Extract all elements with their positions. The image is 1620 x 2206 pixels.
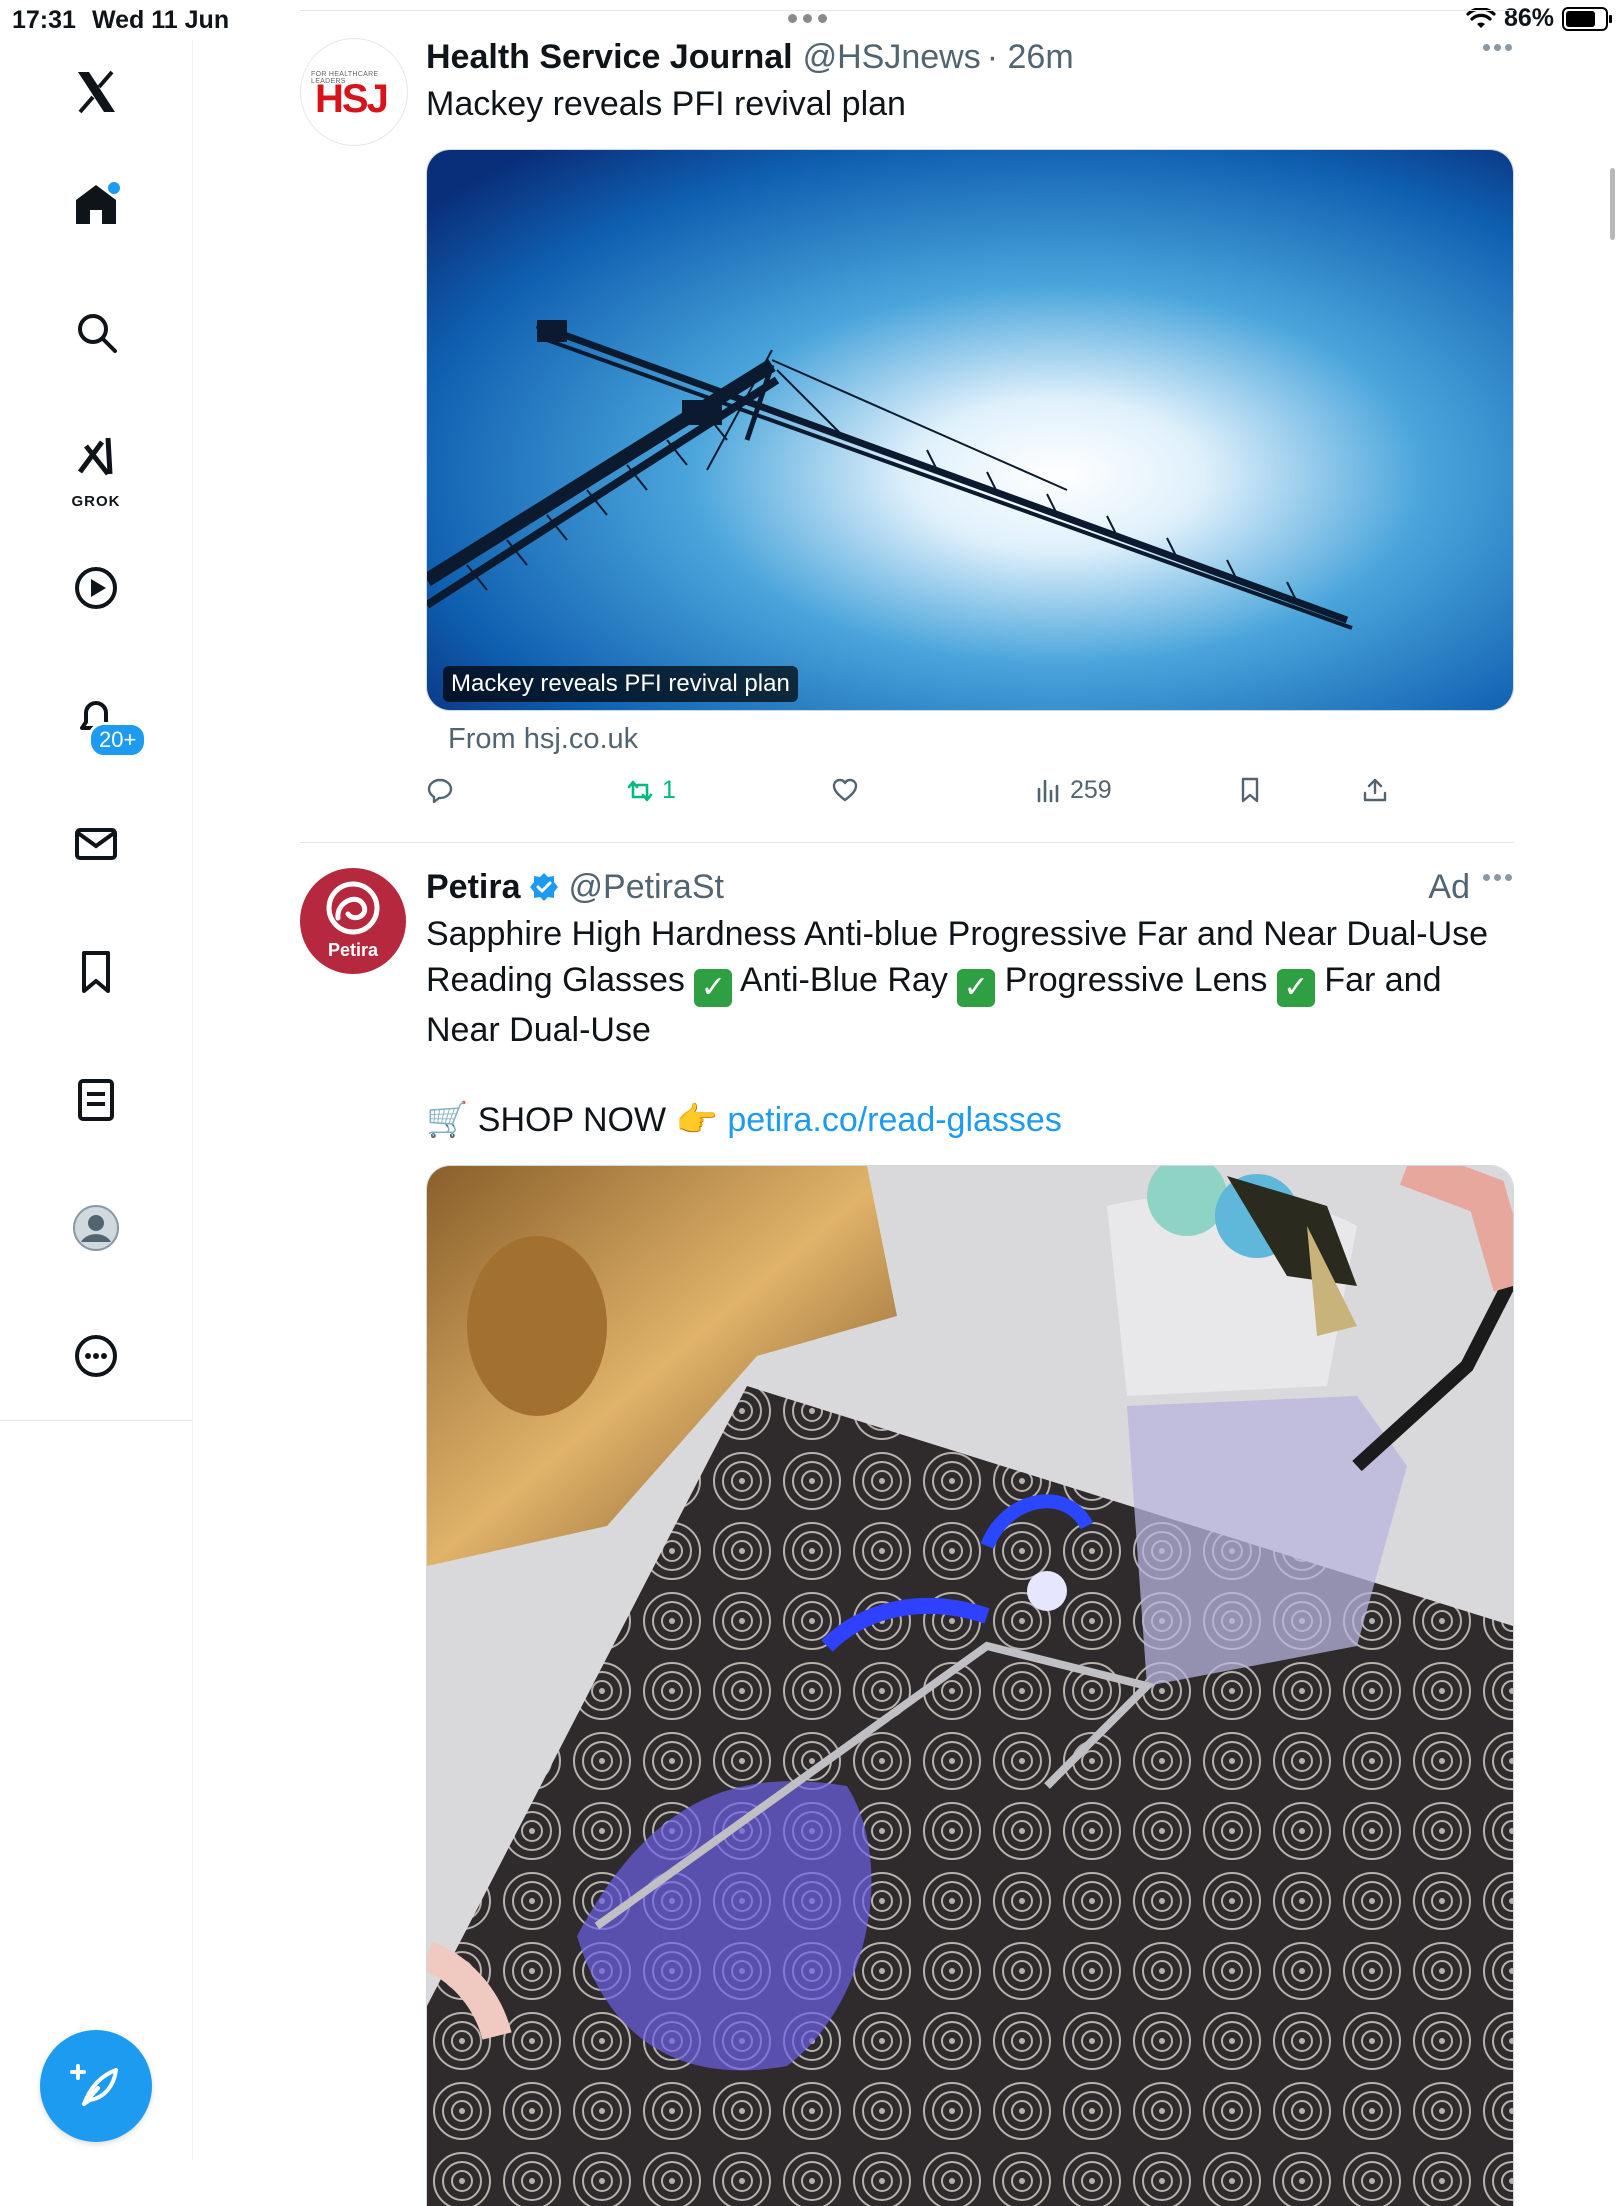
tweet-header: Health Service Journal @HSJnews · 26m [426, 38, 1514, 77]
avatar[interactable]: FOR HEALTHCARE LEADERS HSJ [300, 38, 408, 146]
avatar[interactable]: Petira [300, 868, 406, 974]
more-icon[interactable] [62, 1322, 130, 1390]
lists-icon[interactable] [62, 1066, 130, 1134]
x-logo-icon[interactable] [62, 58, 130, 126]
check-mark-icon: ✓ [694, 969, 733, 1007]
share-icon [1363, 778, 1387, 802]
grok-label: GROK [71, 493, 121, 510]
sidebar-nav: GROK 20+ [0, 40, 193, 2160]
tweet-header: Petira @PetiraSt [426, 868, 1514, 907]
shop-now-text: SHOP NOW [477, 1101, 667, 1139]
shop-now-line: 🛒 SHOP NOW 👉 petira.co/read-glasses [426, 1097, 1514, 1143]
author-name[interactable]: Health Service Journal [426, 38, 793, 77]
cart-icon: 🛒 [426, 1101, 469, 1139]
like-icon [832, 778, 858, 802]
reply-button[interactable] [426, 776, 462, 804]
check-mark-icon: ✓ [1276, 969, 1315, 1007]
home-unread-dot [106, 180, 122, 196]
repost-button[interactable]: 1 [626, 776, 676, 805]
glasses-product-image [427, 1166, 1513, 2206]
tweet-text: Mackey reveals PFI revival plan [426, 85, 906, 123]
tweet-petira-ad[interactable]: Petira Petira @PetiraSt Ad Sapphire High… [300, 868, 1514, 2206]
messages-icon[interactable] [62, 810, 130, 878]
author-handle[interactable]: @PetiraSt [569, 868, 724, 907]
bookmark-button[interactable] [1236, 776, 1264, 804]
video-icon[interactable] [62, 554, 130, 622]
repost-icon [627, 780, 653, 801]
bookmark-icon [1241, 777, 1259, 803]
compose-post-button[interactable] [40, 2030, 152, 2142]
tweet-text: Sapphire High Hardness Anti-blue Progres… [426, 911, 1514, 1053]
grok-icon[interactable]: GROK [62, 424, 130, 510]
like-button[interactable] [831, 776, 867, 804]
share-button[interactable] [1361, 776, 1389, 804]
ad-label: Ad [1428, 868, 1470, 906]
tweet-hsj[interactable]: FOR HEALTHCARE LEADERS HSJ Health Servic… [300, 38, 1514, 838]
notifications-badge: 20+ [88, 722, 148, 758]
crane-image [427, 150, 1513, 710]
search-icon[interactable] [62, 298, 130, 366]
more-options-icon[interactable] [1483, 874, 1512, 881]
status-time: 17:31 [12, 6, 76, 34]
petira-avatar-text: Petira [327, 940, 379, 960]
tweet-divider [300, 842, 1514, 843]
tweet-time[interactable]: · 26m [987, 38, 1074, 77]
views-count: 259 [1070, 776, 1112, 804]
ad-link[interactable]: petira.co/read-glasses [727, 1101, 1062, 1139]
timeline-feed: FOR HEALTHCARE LEADERS HSJ Health Servic… [300, 10, 1514, 2206]
verified-badge-icon [529, 873, 558, 901]
views-button[interactable]: 259 [1034, 776, 1112, 805]
battery-icon [1562, 6, 1612, 31]
author-handle[interactable]: @HSJnews [803, 38, 981, 77]
hsj-avatar-text: HSJ [315, 77, 389, 121]
repost-count: 1 [662, 776, 676, 804]
tweet-actions: 1 259 [426, 776, 1514, 816]
scroll-indicator[interactable] [1610, 168, 1615, 240]
status-date: Wed 11 Jun [92, 6, 230, 34]
bookmarks-icon[interactable] [62, 938, 130, 1006]
card-source[interactable]: From hsj.co.uk [448, 723, 1514, 756]
profile-icon[interactable] [62, 1194, 130, 1262]
ad-video[interactable] [426, 1165, 1514, 2206]
author-name[interactable]: Petira [426, 868, 521, 907]
home-icon[interactable] [62, 170, 130, 238]
feed-top-divider [300, 10, 1514, 11]
ad-feature-1: Anti-Blue Ray [739, 961, 948, 999]
check-mark-icon: ✓ [957, 969, 996, 1007]
pointing-hand-icon: 👉 [675, 1101, 718, 1139]
views-icon [1037, 779, 1059, 802]
link-card[interactable]: Mackey reveals PFI revival plan [426, 149, 1514, 711]
reply-icon [427, 778, 453, 804]
sidebar-divider [0, 1420, 192, 1421]
card-caption: Mackey reveals PFI revival plan [443, 666, 798, 702]
more-options-icon[interactable] [1483, 44, 1512, 51]
ad-feature-2: Progressive Lens [1004, 961, 1268, 999]
compose-post-icon [70, 2064, 118, 2106]
